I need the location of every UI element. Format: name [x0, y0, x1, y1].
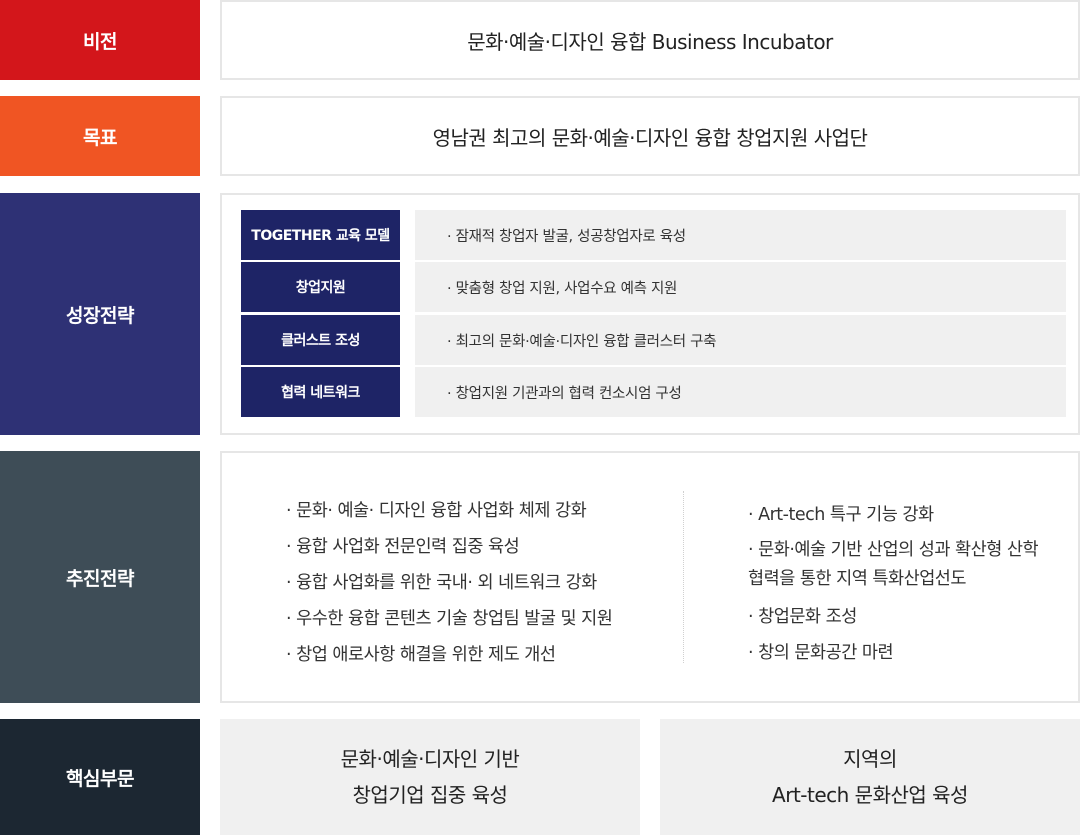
promotion-strategy-label: 추진전략: [0, 451, 200, 703]
growth-strategy-label: 성장전략: [0, 193, 200, 435]
goal-label: 목표: [0, 96, 200, 176]
promotion-strategy-row: 추진전략 · 문화· 예술· 디자인 융합 사업화 체제 강화 · 융합 사업화…: [0, 451, 1080, 703]
growth-item: TOGETHER 교육 모델 · 잠재적 창업자 발굴, 성공창업자로 육성: [241, 210, 1066, 260]
promotion-list-right: · Art-tech 특구 기능 강화 · 문화·예술 기반 산업의 성과 확산…: [748, 497, 1048, 671]
core-sections-row: 핵심부문 문화·예술·디자인 기반 창업기업 집중 육성 지역의 Art-tec…: [0, 719, 1080, 835]
list-item: · 우수한 융합 콘텐츠 기술 창업팀 발굴 및 지원: [286, 609, 613, 629]
growth-item-name: TOGETHER 교육 모델: [241, 210, 400, 260]
growth-strategy-row: 성장전략 TOGETHER 교육 모델 · 잠재적 창업자 발굴, 성공창업자로…: [0, 193, 1080, 435]
list-item: · 융합 사업화 전문인력 집중 육성: [286, 537, 520, 557]
growth-item-desc: · 맞춤형 창업 지원, 사업수요 예측 지원: [415, 262, 1066, 312]
core-section-line: 문화·예술·디자인 기반: [340, 747, 520, 771]
growth-item-name: 창업지원: [241, 262, 400, 312]
list-item: · 융합 사업화를 위한 국내· 외 네트워크 강화: [286, 573, 597, 593]
growth-item: 협력 네트워크 · 창업지원 기관과의 협력 컨소시엄 구성: [241, 367, 1066, 417]
growth-item: 창업지원 · 맞춤형 창업 지원, 사업수요 예측 지원: [241, 262, 1066, 312]
growth-item-desc: · 잠재적 창업자 발굴, 성공창업자로 육성: [415, 210, 1066, 260]
growth-item-name: 클러스트 조성: [241, 315, 400, 365]
list-item: · 문화·예술 기반 산업의 성과 확산형 산학협력을 통한 지역 특화산업선도: [748, 540, 1039, 589]
core-section-card: 지역의 Art-tech 문화산업 육성: [660, 719, 1080, 835]
growth-item-desc: · 창업지원 기관과의 협력 컨소시엄 구성: [415, 367, 1066, 417]
list-item: · Art-tech 특구 기능 강화: [748, 505, 934, 525]
promotion-list-left: · 문화· 예술· 디자인 융합 사업화 체제 강화 · 융합 사업화 전문인력…: [286, 493, 613, 673]
column-divider: [683, 491, 684, 663]
goal-content: 영남권 최고의 문화·예술·디자인 융합 창업지원 사업단: [220, 96, 1080, 176]
vision-row: 비전 문화·예술·디자인 융합 Business Incubator: [0, 0, 1080, 80]
vision-content: 문화·예술·디자인 융합 Business Incubator: [220, 0, 1080, 80]
core-section-card: 문화·예술·디자인 기반 창업기업 집중 육성: [220, 719, 640, 835]
growth-item-name: 협력 네트워크: [241, 367, 400, 417]
list-item: · 창업 애로사항 해결을 위한 제도 개선: [286, 645, 556, 665]
list-item: · 문화· 예술· 디자인 융합 사업화 체제 강화: [286, 501, 587, 521]
goal-row: 목표 영남권 최고의 문화·예술·디자인 융합 창업지원 사업단: [0, 96, 1080, 176]
core-section-line: 지역의: [843, 747, 897, 771]
core-section-line: 창업기업 집중 육성: [352, 783, 508, 807]
list-item: · 창업문화 조성: [748, 607, 857, 627]
promotion-strategy-content: · 문화· 예술· 디자인 융합 사업화 체제 강화 · 융합 사업화 전문인력…: [220, 451, 1080, 703]
core-section-line: Art-tech 문화산업 육성: [772, 783, 968, 807]
list-item: · 창의 문화공간 마련: [748, 643, 894, 663]
core-sections-label: 핵심부문: [0, 719, 200, 835]
growth-item: 클러스트 조성 · 최고의 문화·예술·디자인 융합 클러스터 구축: [241, 315, 1066, 365]
vision-label: 비전: [0, 0, 200, 80]
growth-item-desc: · 최고의 문화·예술·디자인 융합 클러스터 구축: [415, 315, 1066, 365]
growth-strategy-table: TOGETHER 교육 모델 · 잠재적 창업자 발굴, 성공창업자로 육성 창…: [220, 193, 1080, 435]
